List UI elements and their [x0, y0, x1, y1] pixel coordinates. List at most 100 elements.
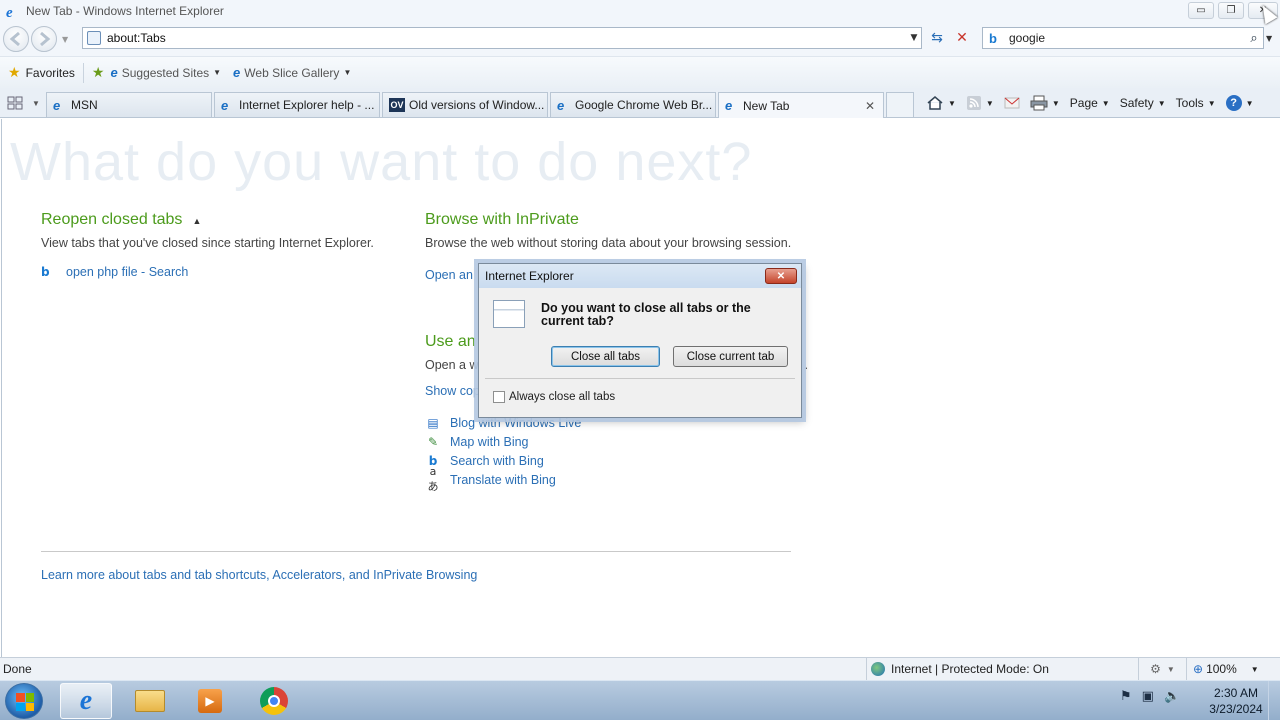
chevron-down-icon: ▼: [1166, 664, 1175, 674]
status-text: Done: [3, 662, 32, 676]
ie-page-icon: e: [725, 98, 733, 113]
close-tab-icon[interactable]: ✕: [865, 99, 875, 113]
feeds-button[interactable]: ▼: [966, 95, 994, 111]
dialog-close-button[interactable]: ✕: [765, 268, 797, 284]
tab-msn[interactable]: e MSN: [46, 92, 212, 117]
volume-muted-icon[interactable]: 🔈: [1164, 689, 1180, 704]
favorites-button[interactable]: ★ Favorites: [8, 64, 75, 81]
windows-logo-icon: [16, 693, 34, 711]
taskbar-media-player[interactable]: ▶: [184, 683, 236, 719]
taskbar-internet-explorer[interactable]: e: [60, 683, 112, 719]
reopen-heading-label: Reopen closed tabs: [41, 211, 183, 228]
forward-button[interactable]: [31, 26, 57, 52]
back-arrow-icon: [9, 31, 20, 47]
map-with-bing-link[interactable]: Map with Bing: [450, 435, 529, 449]
help-menu[interactable]: ? ▼: [1225, 95, 1254, 111]
globe-icon: [871, 662, 885, 676]
address-input[interactable]: about:Tabs: [107, 31, 907, 45]
add-to-favorites-icon[interactable]: ★: [92, 64, 105, 81]
zoom-button[interactable]: ⊕ 100% ▼: [1186, 658, 1259, 680]
translate-with-bing-link[interactable]: Translate with Bing: [450, 473, 556, 487]
close-all-tabs-button[interactable]: Close all tabs: [551, 346, 660, 367]
refresh-button[interactable]: ⇆: [926, 27, 948, 49]
accelerator-item[interactable]: b Search with Bing: [425, 451, 725, 470]
favorites-bar: ★ Favorites ★ e Suggested Sites ▼ e Web …: [0, 56, 1280, 88]
home-button[interactable]: ▼: [926, 95, 956, 111]
always-close-checkbox-row[interactable]: Always close all tabs: [493, 391, 615, 403]
map-icon: ✎: [427, 434, 439, 449]
tab-bar: ▼ e MSN e Internet Explorer help - ... O…: [0, 88, 1280, 118]
read-mail-button[interactable]: [1004, 96, 1020, 110]
page-menu[interactable]: Page ▼: [1070, 96, 1110, 110]
minimize-button[interactable]: ▭: [1188, 2, 1214, 19]
protected-mode-button[interactable]: ⚙ ▼: [1138, 658, 1186, 680]
tab-old-versions[interactable]: OV Old versions of Window...: [382, 92, 548, 117]
media-player-icon: ▶: [198, 689, 222, 713]
reopen-tab-link[interactable]: open php file - Search: [66, 265, 188, 279]
mail-icon: [1004, 97, 1020, 109]
start-button[interactable]: [5, 683, 43, 719]
tab-label: Old versions of Window...: [409, 98, 545, 112]
taskbar-file-explorer[interactable]: [124, 683, 176, 719]
divider: [41, 551, 791, 552]
tab-ie-help[interactable]: e Internet Explorer help - ...: [214, 92, 380, 117]
tab-label: Internet Explorer help - ...: [239, 98, 375, 112]
stop-button[interactable]: ✕: [951, 27, 973, 49]
quick-tabs-button[interactable]: ▼: [6, 93, 44, 113]
learn-more-link[interactable]: Learn more about tabs and tab shortcuts,…: [41, 568, 477, 582]
home-icon: [927, 96, 943, 110]
inprivate-description: Browse the web without storing data abou…: [425, 236, 792, 250]
star-icon: ★: [8, 64, 21, 80]
zone-label: Internet | Protected Mode: On: [891, 662, 1049, 676]
suggested-sites-link[interactable]: e Suggested Sites ▼: [110, 65, 221, 80]
suggested-sites-label: Suggested Sites: [121, 65, 210, 80]
search-with-bing-link[interactable]: Search with Bing: [450, 454, 544, 468]
address-dropdown-icon[interactable]: ▼: [907, 33, 921, 43]
dialog-title-bar: Internet Explorer: [479, 264, 801, 288]
search-box[interactable]: b googie ⌕: [982, 27, 1264, 49]
back-button[interactable]: [3, 26, 29, 52]
network-icon[interactable]: ▣: [1142, 689, 1154, 704]
recent-pages-dropdown-icon[interactable]: ▼: [62, 35, 68, 44]
tab-new-tab[interactable]: e New Tab ✕: [718, 92, 884, 118]
reopen-tab-item[interactable]: b open php file - Search: [41, 262, 411, 281]
dialog-message: Do you want to close all tabs or the cur…: [541, 301, 751, 328]
chrome-icon: [260, 687, 288, 715]
close-tabs-dialog: Internet Explorer ✕ Do you want to close…: [478, 263, 802, 418]
ie-logo-icon: e: [79, 685, 93, 716]
restore-button[interactable]: ❐: [1218, 2, 1244, 19]
collapse-caret-icon[interactable]: ▲: [192, 216, 201, 226]
taskbar-google-chrome[interactable]: [248, 683, 300, 719]
always-close-checkbox[interactable]: [493, 391, 505, 403]
search-input[interactable]: googie: [1009, 31, 1245, 45]
zoom-level: 100%: [1206, 662, 1237, 676]
system-tray: ⚑ ▣ 🔈: [1120, 689, 1180, 704]
tools-menu[interactable]: Tools ▼: [1176, 96, 1216, 110]
dialog-separator: [485, 378, 795, 379]
grid-icon: [7, 96, 23, 110]
web-slice-gallery-link[interactable]: e Web Slice Gallery ▼: [233, 65, 351, 80]
new-tab-button[interactable]: [886, 92, 914, 117]
action-center-flag-icon[interactable]: ⚑: [1120, 689, 1132, 704]
system-clock[interactable]: 2:30 AM 3/23/2024: [1196, 685, 1276, 717]
safety-menu[interactable]: Safety ▼: [1120, 96, 1166, 110]
print-button[interactable]: ▼: [1030, 95, 1060, 111]
accelerator-item[interactable]: aあ Translate with Bing: [425, 465, 725, 493]
chevron-down-icon: ▼: [1245, 98, 1254, 108]
address-bar[interactable]: about:Tabs ▼: [82, 27, 922, 49]
translate-icon: aあ: [427, 465, 439, 493]
show-desktop-button[interactable]: [1268, 681, 1280, 720]
tab-google-chrome[interactable]: e Google Chrome Web Br...: [550, 92, 716, 117]
inprivate-heading[interactable]: Browse with InPrivate: [425, 211, 795, 229]
bing-icon: b: [41, 264, 50, 279]
reopen-closed-tabs-heading[interactable]: Reopen closed tabs ▲: [41, 211, 411, 229]
bing-icon: b: [989, 30, 997, 46]
close-current-tab-button[interactable]: Close current tab: [673, 346, 788, 367]
accelerator-item[interactable]: ✎ Map with Bing: [425, 432, 725, 451]
search-icon[interactable]: ⌕: [1245, 31, 1263, 46]
chevron-down-icon: ▼: [1250, 664, 1259, 674]
tab-list-dropdown-icon[interactable]: ▼: [32, 99, 40, 108]
chevron-down-icon: ▼: [213, 68, 222, 77]
security-zone[interactable]: Internet | Protected Mode: On: [866, 658, 1049, 680]
search-options-dropdown-icon[interactable]: ▼: [1266, 34, 1272, 43]
